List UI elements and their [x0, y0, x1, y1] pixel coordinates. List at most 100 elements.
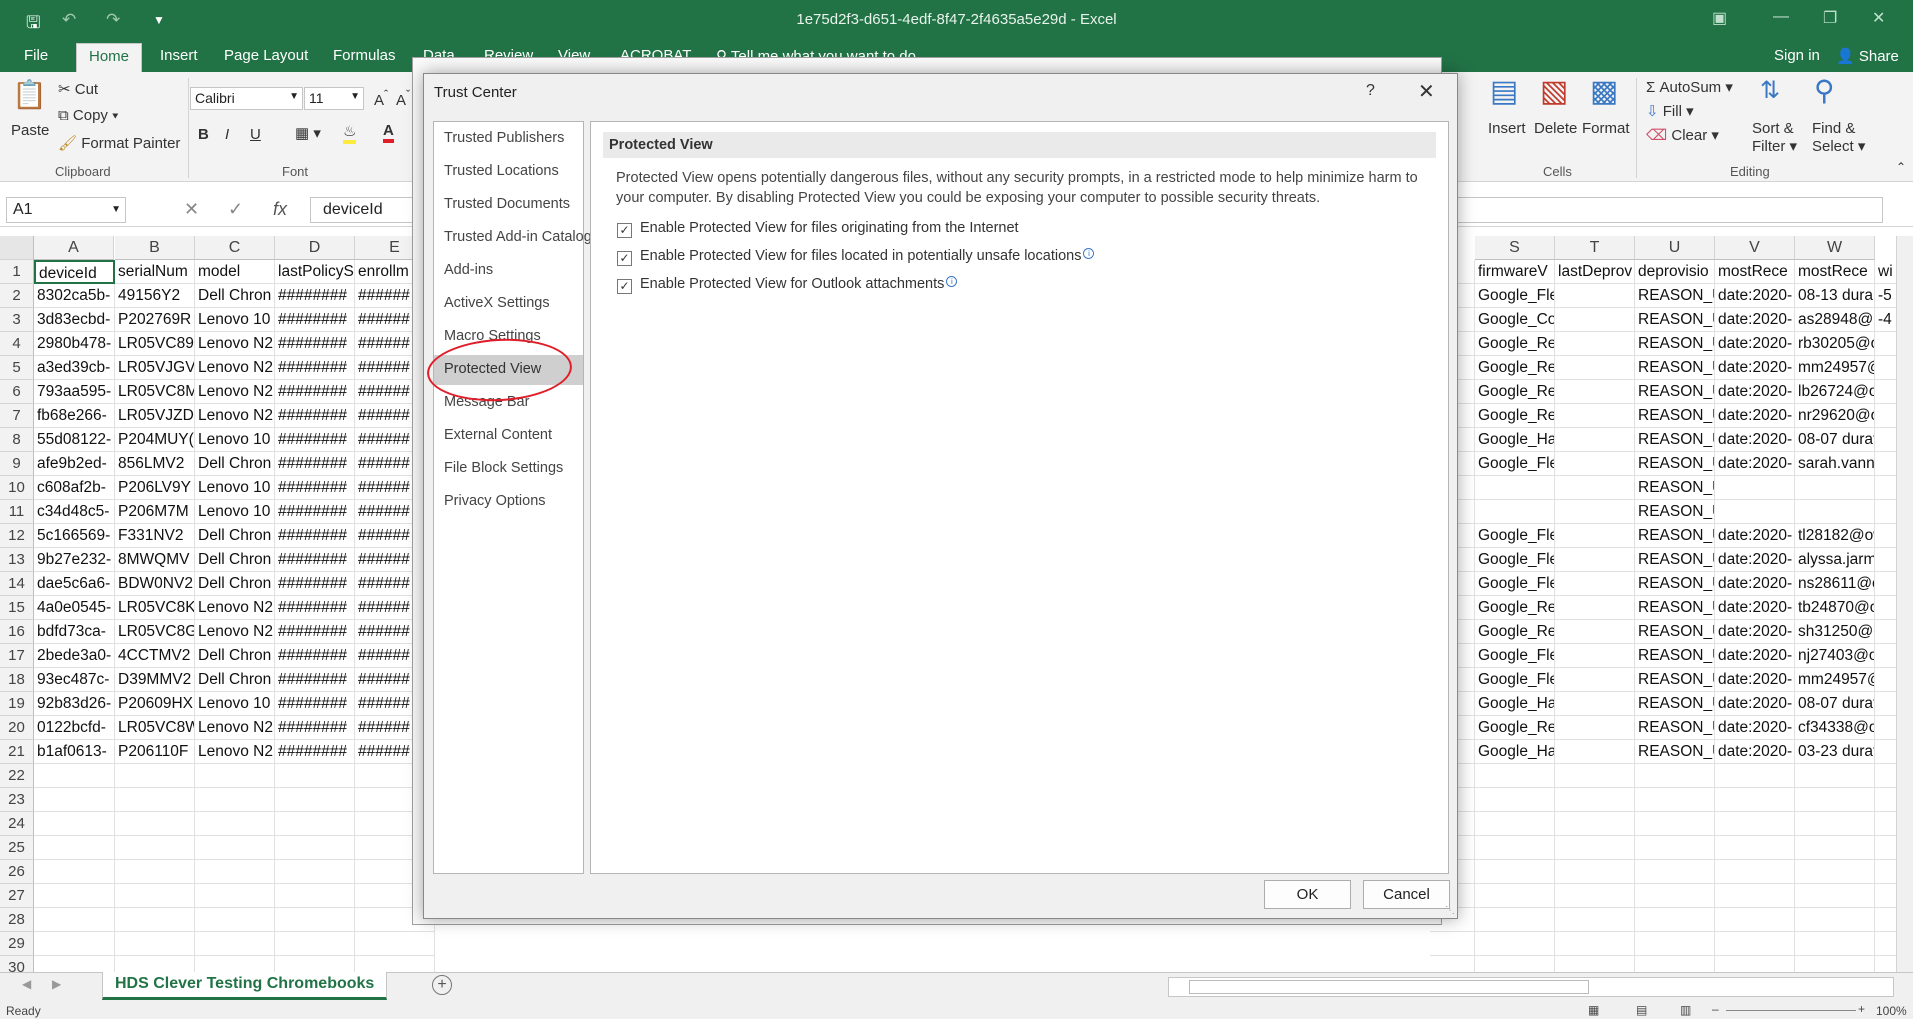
- nav-activex-settings[interactable]: ActiveX Settings: [434, 289, 583, 319]
- cell[interactable]: date:2020-: [1715, 332, 1795, 356]
- cell[interactable]: [1635, 836, 1715, 860]
- cell[interactable]: [195, 884, 275, 908]
- cell[interactable]: date:2020-: [1715, 692, 1795, 716]
- cell[interactable]: date:2020-: [1715, 572, 1795, 596]
- cell[interactable]: [1555, 596, 1635, 620]
- cell[interactable]: REASON_U: [1635, 620, 1715, 644]
- row-header[interactable]: 24: [0, 812, 34, 836]
- cell[interactable]: ########: [275, 716, 355, 740]
- cell[interactable]: [115, 860, 195, 884]
- insert-cells-icon[interactable]: ▤: [1490, 74, 1518, 109]
- cell[interactable]: ########: [275, 572, 355, 596]
- cell[interactable]: Dell Chron: [195, 452, 275, 476]
- horizontal-scrollbar[interactable]: [1168, 977, 1894, 997]
- column-header[interactable]: A: [34, 236, 114, 260]
- cell[interactable]: [115, 812, 195, 836]
- cell[interactable]: [1635, 812, 1715, 836]
- scroll-left-icon[interactable]: ◀: [22, 977, 31, 991]
- share-button[interactable]: 👤 Share: [1836, 47, 1899, 65]
- cell[interactable]: date:2020-: [1715, 356, 1795, 380]
- cell[interactable]: REASON_U: [1635, 428, 1715, 452]
- row-header[interactable]: 14: [0, 572, 34, 596]
- cell[interactable]: REASON_U: [1635, 668, 1715, 692]
- cell[interactable]: 2bede3a0-: [34, 644, 115, 668]
- cell[interactable]: 3d83ecbd-: [34, 308, 115, 332]
- cell[interactable]: 08-07 duratic: [1795, 692, 1875, 716]
- tab-page-layout[interactable]: Page Layout: [224, 47, 308, 64]
- cell[interactable]: REASON_U: [1635, 308, 1715, 332]
- cell[interactable]: alyssa.jarman: [1795, 548, 1875, 572]
- scroll-right-icon[interactable]: ▶: [52, 977, 61, 991]
- cell[interactable]: Google_Hana.8438.1: [1475, 740, 1555, 764]
- nav-trusted-add-in-catalogs[interactable]: Trusted Add-in Catalogs: [434, 223, 599, 253]
- cell[interactable]: [115, 788, 195, 812]
- cell[interactable]: Lenovo 10: [195, 308, 275, 332]
- cell[interactable]: [1715, 884, 1795, 908]
- cell[interactable]: 9b27e232-: [34, 548, 115, 572]
- row-header[interactable]: 10: [0, 476, 34, 500]
- cell[interactable]: REASON_U: [1635, 548, 1715, 572]
- sort-filter-button[interactable]: Sort & Filter ▾: [1752, 120, 1797, 156]
- cell[interactable]: nj27403@ow: [1795, 644, 1875, 668]
- cell[interactable]: [1795, 932, 1875, 956]
- cell[interactable]: [1795, 908, 1875, 932]
- cell[interactable]: date:2020-: [1715, 404, 1795, 428]
- cell[interactable]: 4CCTMV2: [115, 644, 195, 668]
- cell[interactable]: [355, 932, 435, 956]
- tab-home[interactable]: Home: [76, 43, 143, 72]
- cell[interactable]: [1555, 836, 1635, 860]
- row-header[interactable]: 30: [0, 956, 34, 972]
- row-header[interactable]: 27: [0, 884, 34, 908]
- column-header[interactable]: B: [115, 236, 195, 260]
- cell[interactable]: mostRece: [1715, 260, 1795, 284]
- cancel-button[interactable]: Cancel: [1363, 880, 1450, 909]
- cell[interactable]: c34d48c5-: [34, 500, 115, 524]
- cell[interactable]: Dell Chron: [195, 644, 275, 668]
- cell[interactable]: lb26724@ow: [1795, 380, 1875, 404]
- nav-trusted-locations[interactable]: Trusted Locations: [434, 157, 583, 187]
- cell[interactable]: [1555, 356, 1635, 380]
- cell[interactable]: [1555, 524, 1635, 548]
- row-header[interactable]: 21: [0, 740, 34, 764]
- resize-grip-icon[interactable]: ⋱: [1445, 905, 1455, 916]
- font-name-select[interactable]: Calibri ▼: [190, 87, 303, 110]
- cell[interactable]: ########: [275, 500, 355, 524]
- cell[interactable]: [34, 788, 115, 812]
- cell[interactable]: date:2020-: [1715, 308, 1795, 332]
- normal-view-icon[interactable]: ▦: [1588, 1003, 1599, 1017]
- cell[interactable]: [34, 884, 115, 908]
- cell[interactable]: Lenovo N2: [195, 740, 275, 764]
- cell[interactable]: REASON_U: [1635, 332, 1715, 356]
- cell[interactable]: [195, 860, 275, 884]
- cell[interactable]: [275, 932, 355, 956]
- cell[interactable]: Google_Reks.7287.13: [1475, 380, 1555, 404]
- cell[interactable]: REASON_UNKNOWN: [1635, 476, 1715, 500]
- cell[interactable]: as28948@: [1795, 308, 1875, 332]
- delete-cells-button[interactable]: Delete: [1534, 120, 1577, 137]
- cell[interactable]: [1555, 308, 1635, 332]
- row-header[interactable]: 4: [0, 332, 34, 356]
- find-select-button[interactable]: Find & Select ▾: [1812, 120, 1865, 156]
- delete-cells-icon[interactable]: ▧: [1540, 74, 1568, 109]
- nav-add-ins[interactable]: Add-ins: [434, 256, 583, 286]
- cell[interactable]: [1555, 548, 1635, 572]
- row-header[interactable]: 18: [0, 668, 34, 692]
- cell[interactable]: 2980b478-: [34, 332, 115, 356]
- cell[interactable]: Google_Fleex.11297.: [1475, 548, 1555, 572]
- cell[interactable]: ########: [275, 524, 355, 548]
- cell[interactable]: deviceId: [34, 260, 115, 284]
- font-color-icon[interactable]: A: [383, 122, 394, 143]
- cell[interactable]: cf34338@ow: [1795, 716, 1875, 740]
- font-size-select[interactable]: 11 ▼: [304, 87, 364, 110]
- cell[interactable]: 55d08122-: [34, 428, 115, 452]
- cell[interactable]: Lenovo N2: [195, 596, 275, 620]
- cell[interactable]: LR05VC8G: [115, 620, 195, 644]
- cell[interactable]: [1555, 884, 1635, 908]
- cell[interactable]: afe9b2ed-: [34, 452, 115, 476]
- cell[interactable]: Lenovo 10: [195, 692, 275, 716]
- cell[interactable]: [1795, 956, 1875, 972]
- cell[interactable]: rb30205@ow: [1795, 332, 1875, 356]
- column-header[interactable]: U: [1635, 236, 1715, 260]
- cell[interactable]: [115, 884, 195, 908]
- cell[interactable]: [1635, 860, 1715, 884]
